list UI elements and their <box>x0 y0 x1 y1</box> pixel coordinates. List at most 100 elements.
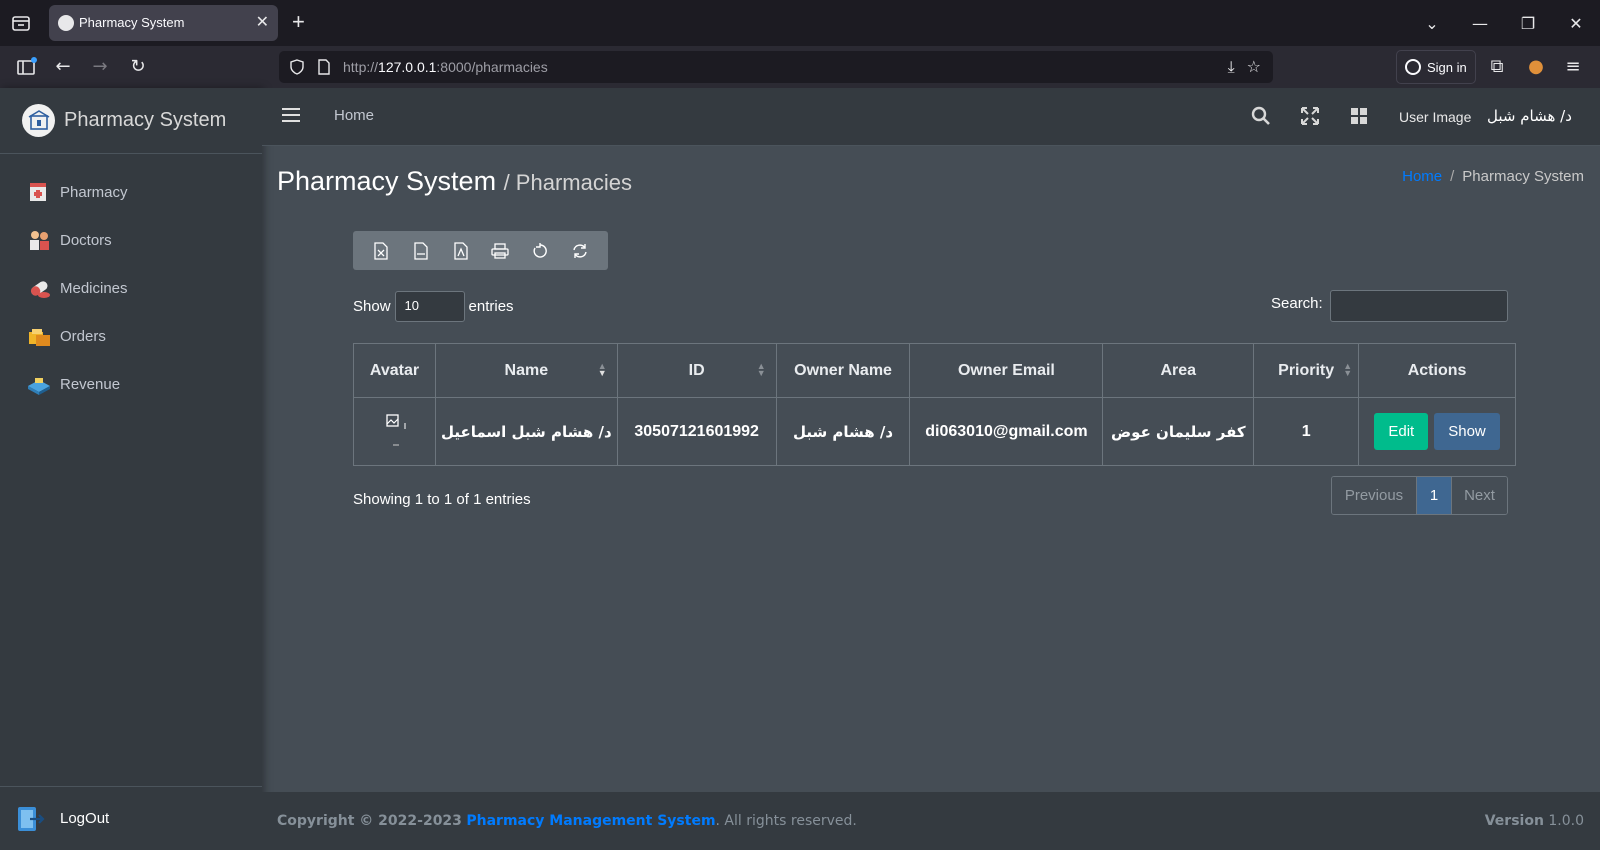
breadcrumb: Home / Pharmacy System <box>1402 168 1584 185</box>
breadcrumb-home-link[interactable]: Home <box>1402 168 1442 185</box>
column-header: Actions <box>1358 343 1516 398</box>
show-label: Show <box>353 298 391 315</box>
menu-toggle-icon[interactable] <box>282 108 300 122</box>
footer: Copyright © 2022-2023 Pharmacy Managemen… <box>262 792 1600 850</box>
minimize-icon[interactable]: — <box>1456 14 1504 33</box>
save-page-icon[interactable]: ⤓ <box>1228 57 1235 77</box>
sidebar-toggle-icon[interactable] <box>15 56 37 78</box>
sidebar-item-pharmacy[interactable]: Pharmacy <box>0 168 262 216</box>
sidebar-item-revenue[interactable]: Revenue <box>0 360 262 408</box>
print-icon[interactable] <box>490 241 510 261</box>
brand-text: Pharmacy System <box>64 109 227 131</box>
pharmacy-icon <box>30 183 46 201</box>
top-navbar: Home User Image د/ هشام شبل <box>262 88 1600 146</box>
table-row: د/ هشام شبل اسماعيل 30507121601992 د/ هش… <box>353 397 1516 466</box>
export-toolbar <box>353 231 608 270</box>
top-home-link[interactable]: Home <box>334 107 374 124</box>
area-cell: كفر سليمان عوض <box>1102 397 1255 466</box>
reload-table-icon[interactable] <box>570 241 590 261</box>
excel-export-icon[interactable] <box>371 241 391 261</box>
owner-name-cell: د/ هشام شبل <box>775 397 911 466</box>
app-menu-icon[interactable]: ≡ <box>1562 56 1584 78</box>
entries-select[interactable]: 10 <box>394 291 465 322</box>
column-header-sortable[interactable]: ID ▲ ▼ <box>616 343 777 398</box>
list-all-tabs-icon[interactable]: ⌄ <box>1408 14 1456 33</box>
page-title: Pharmacy System / Pharmacies <box>277 166 632 196</box>
column-header-sortable[interactable]: Priority ▲ ▼ <box>1253 343 1360 398</box>
sidebar-item-orders[interactable]: Orders <box>0 312 262 360</box>
user-name[interactable]: د/ هشام شبل <box>1487 107 1572 125</box>
sidebar-item-label: Revenue <box>60 375 121 393</box>
extensions-icon[interactable]: ⧉ <box>1486 56 1508 78</box>
browser-navbar: ← → ↻ http://127.0.0.1:8000/pharmacies ⤓… <box>0 46 1600 88</box>
extension-cookie-icon[interactable]: ● <box>1525 56 1547 78</box>
broken-image-icon <box>386 414 406 446</box>
doctors-icon <box>30 231 49 250</box>
medicines-icon <box>30 281 50 298</box>
fullscreen-icon[interactable] <box>1299 105 1321 127</box>
reset-icon[interactable] <box>530 241 550 261</box>
brand[interactable]: Pharmacy System <box>0 88 262 154</box>
back-icon[interactable]: ← <box>52 56 74 78</box>
grid-icon[interactable] <box>1348 105 1370 127</box>
logout-icon <box>18 806 45 831</box>
footer-version: Version 1.0.0 <box>1484 813 1584 829</box>
sidebar-menu: Pharmacy Doctors Medicines Orders Revenu… <box>0 154 262 408</box>
id-cell: 30507121601992 <box>616 397 777 466</box>
signin-button[interactable]: Sign in <box>1396 50 1476 84</box>
show-button[interactable]: Show <box>1434 413 1500 450</box>
pagination: Previous 1 Next <box>1331 476 1508 515</box>
restore-icon[interactable]: ❐ <box>1504 14 1552 33</box>
new-tab-icon[interactable]: + <box>292 9 305 35</box>
table-header-row: Avatar Name ▲ ▼ ID ▲ ▼ Owner Name Owner Emai… <box>353 343 1516 398</box>
url-text: http://127.0.0.1:8000/pharmacies <box>343 59 548 75</box>
edit-button[interactable]: Edit <box>1374 413 1429 450</box>
search-icon[interactable] <box>1250 105 1272 127</box>
close-window-icon[interactable]: ✕ <box>1552 14 1600 33</box>
pdf-export-icon[interactable] <box>451 241 471 261</box>
page-1-button[interactable]: 1 <box>1417 477 1451 514</box>
owner-email-cell: di063010@gmail.com <box>909 397 1104 466</box>
previous-page-button[interactable]: Previous <box>1332 477 1417 514</box>
breadcrumb-current: Pharmacy System <box>1462 168 1584 185</box>
column-header: Area <box>1102 343 1255 398</box>
address-bar[interactable]: http://127.0.0.1:8000/pharmacies ⤓ ☆ <box>279 51 1273 83</box>
shield-icon[interactable] <box>289 59 305 75</box>
logout-button[interactable]: LogOut <box>0 786 262 850</box>
app-area: Pharmacy System Pharmacy Doctors Medicin… <box>0 88 1600 850</box>
table-info: Showing 1 to 1 of 1 entries <box>353 491 531 508</box>
sidebar: Pharmacy System Pharmacy Doctors Medicin… <box>0 88 262 850</box>
sort-icon: ▲ ▼ <box>1343 361 1353 378</box>
sidebar-item-label: Pharmacy <box>60 183 128 201</box>
csv-export-icon[interactable] <box>411 241 431 261</box>
name-cell: د/ هشام شبل اسماعيل <box>434 397 618 466</box>
brand-logo-icon <box>22 104 55 137</box>
sidebar-item-medicines[interactable]: Medicines <box>0 264 262 312</box>
page-subtitle: / Pharmacies <box>503 170 632 195</box>
close-tab-icon[interactable]: ✕ <box>256 12 269 31</box>
reload-icon[interactable]: ↻ <box>127 56 149 78</box>
sidebar-item-label: Medicines <box>60 279 128 297</box>
bookmark-star-icon[interactable]: ☆ <box>1247 57 1261 77</box>
actions-cell: Edit Show <box>1358 397 1516 466</box>
logout-label: LogOut <box>60 810 110 827</box>
user-image[interactable]: User Image <box>1399 109 1471 125</box>
browser-tab[interactable]: Pharmacy System ✕ <box>49 5 278 41</box>
sidebar-item-doctors[interactable]: Doctors <box>0 216 262 264</box>
tab-title: Pharmacy System <box>79 15 185 30</box>
search-input[interactable] <box>1330 290 1508 322</box>
next-page-button[interactable]: Next <box>1451 477 1507 514</box>
tab-list-icon[interactable] <box>10 12 32 34</box>
page-icon <box>318 59 330 75</box>
column-header: Owner Name <box>775 343 911 398</box>
priority-cell: 1 <box>1253 397 1360 466</box>
tab-favicon-icon <box>58 15 74 31</box>
sort-icon: ▲ ▼ <box>756 361 766 378</box>
revenue-icon <box>28 378 50 395</box>
sidebar-item-label: Doctors <box>60 231 112 249</box>
length-control: Show 10 entries <box>353 291 514 322</box>
column-header-sortable[interactable]: Name ▲ ▼ <box>434 343 618 398</box>
column-header: Avatar <box>353 343 436 398</box>
forward-icon[interactable]: → <box>89 56 111 78</box>
footer-link[interactable]: Pharmacy Management System <box>466 813 715 829</box>
